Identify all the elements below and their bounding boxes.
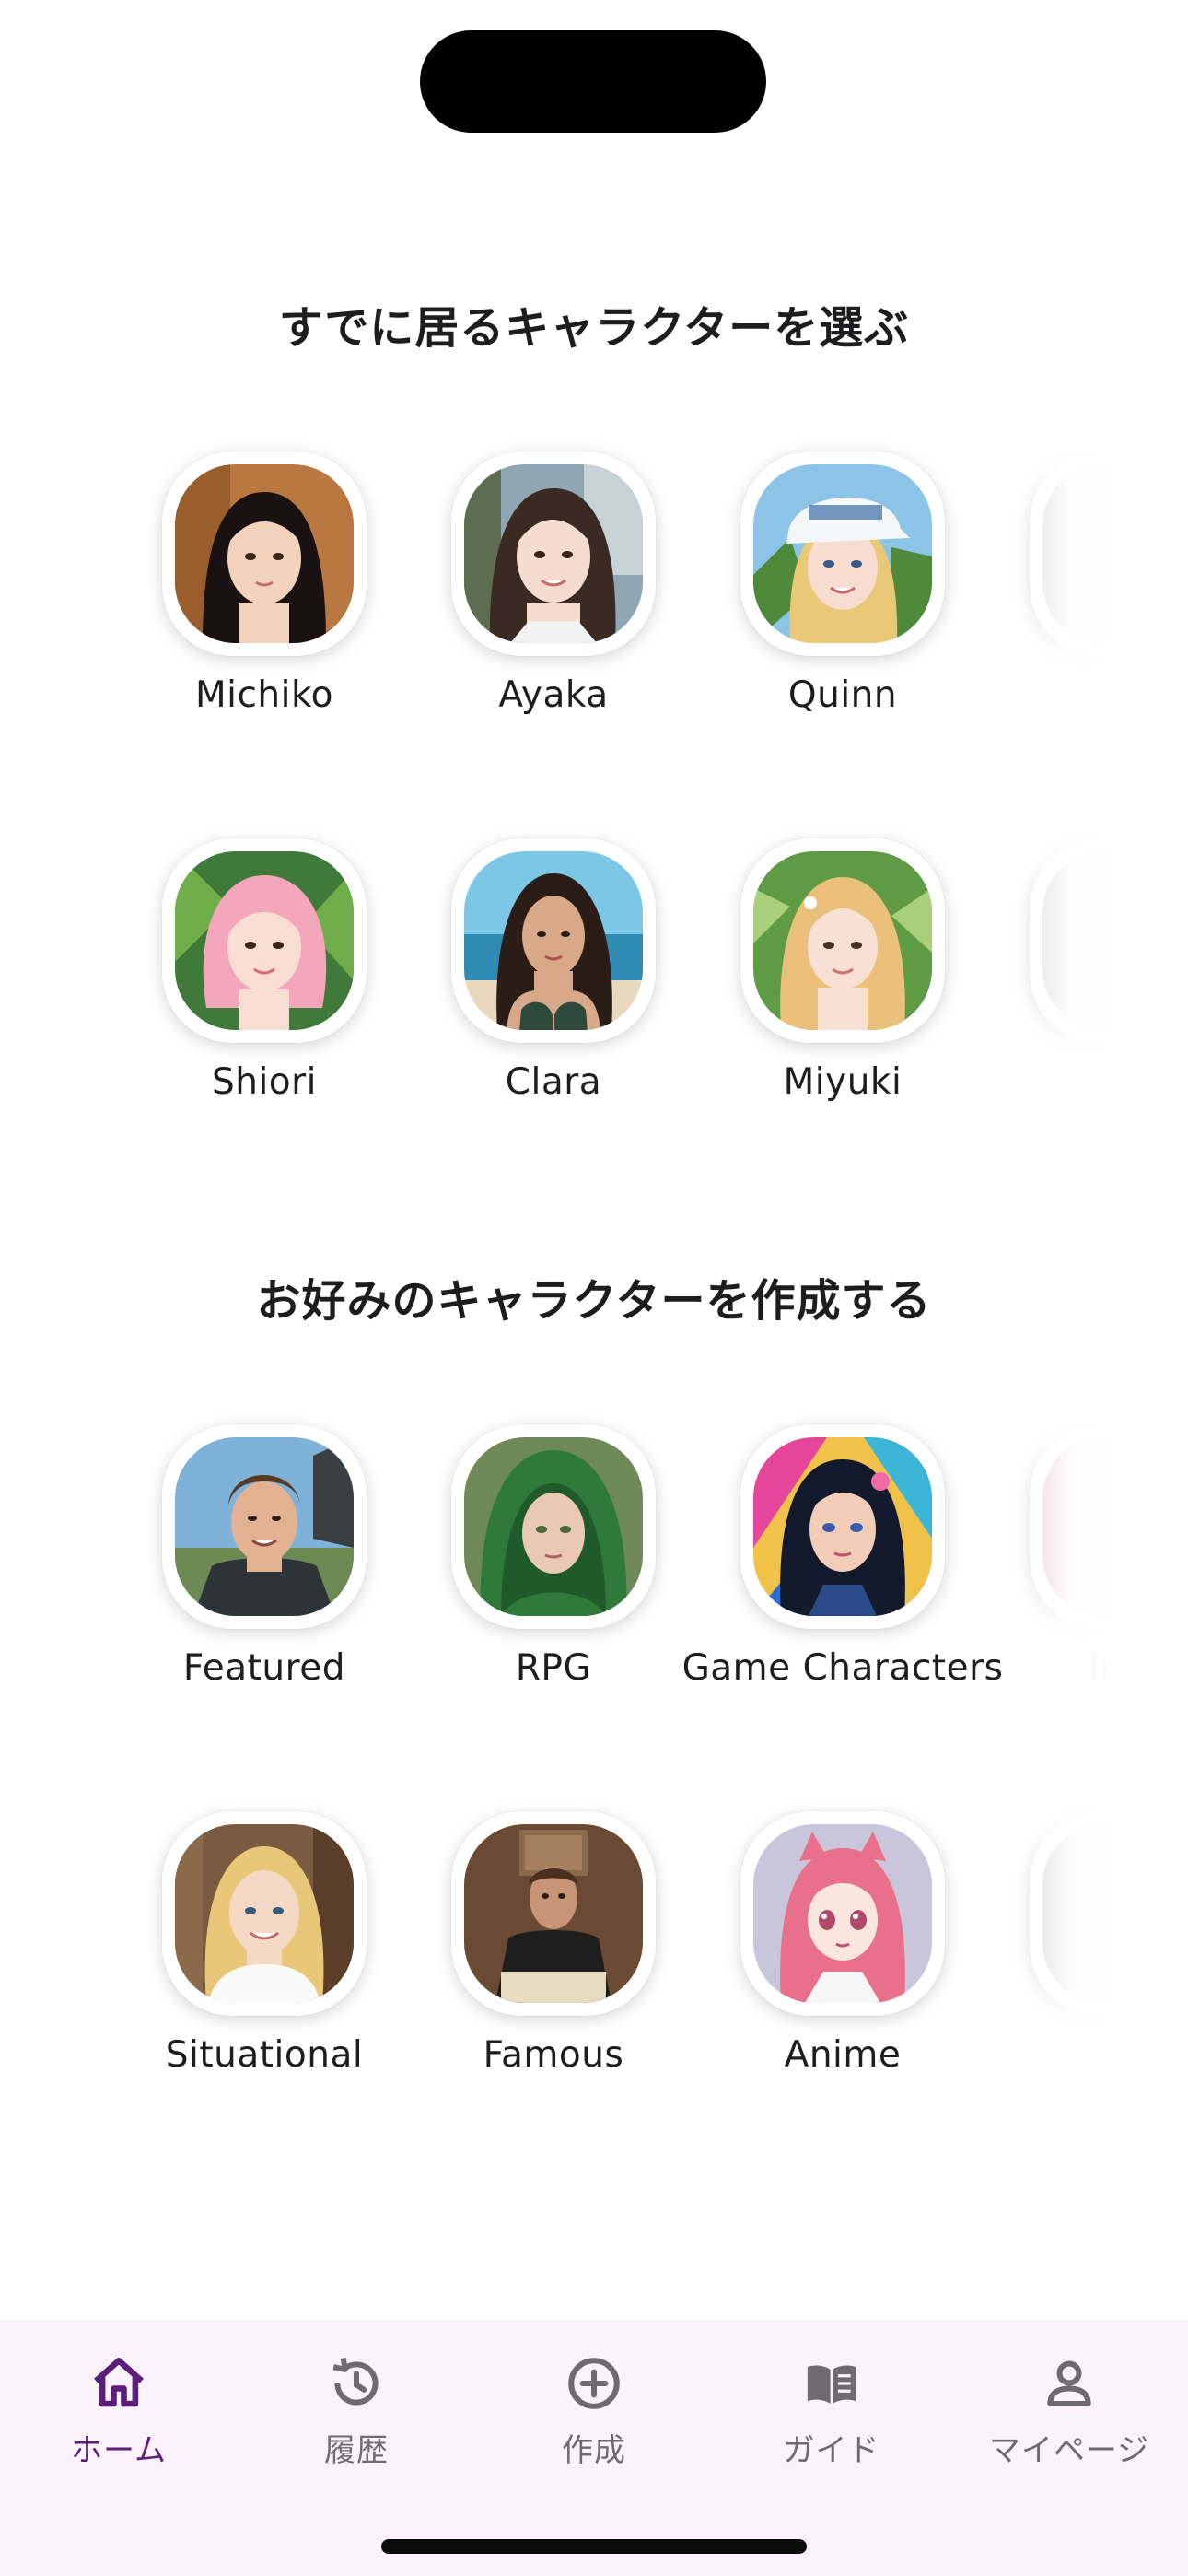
- character-name: Michiko: [194, 674, 334, 716]
- avatar-frame: [740, 1424, 945, 1629]
- character-card-partial[interactable]: [987, 451, 1188, 746]
- bottom-tab-bar: ホーム 履歴 作成 ガイド マイページ: [0, 2320, 1188, 2576]
- home-icon: [94, 2357, 144, 2407]
- avatar-frame: [162, 838, 367, 1043]
- avatar-frame: [1030, 451, 1188, 656]
- book-icon: [807, 2365, 856, 2404]
- character-name: Shiori: [211, 1061, 318, 1103]
- tab-mypage[interactable]: マイページ: [950, 2353, 1188, 2491]
- ayaka-avatar: [464, 464, 643, 643]
- category-card-inter[interactable]: Inter: [987, 1424, 1188, 1719]
- category-card-rpg[interactable]: RPG: [409, 1424, 698, 1719]
- famous-avatar: [464, 1824, 643, 2003]
- create-categories-row-2[interactable]: Situational Famous Anime: [0, 1811, 1188, 2106]
- michiko-avatar: [175, 464, 354, 643]
- app-screen: すでに居るキャラクターを選ぶ Michiko Ayaka Quinn Shior…: [0, 0, 1188, 2576]
- avatar-frame: [1030, 838, 1188, 1043]
- category-name: Featured: [182, 1647, 346, 1689]
- category-name: Anime: [784, 2034, 902, 2076]
- character-card-miyuki[interactable]: Miyuki: [698, 838, 987, 1133]
- person-icon: [1047, 2360, 1091, 2407]
- tab-create[interactable]: 作成: [475, 2353, 713, 2491]
- add-circle-icon: [568, 2358, 620, 2409]
- avatar-frame: [1030, 1811, 1188, 2016]
- miyuki-avatar: [753, 851, 932, 1030]
- avatar-frame: [162, 1424, 367, 1629]
- avatar-frame: [451, 838, 656, 1043]
- tab-guide-label: ガイド: [783, 2432, 880, 2469]
- clara-avatar: [464, 851, 643, 1030]
- partial-avatar: [1042, 851, 1188, 1030]
- create-categories-row-1[interactable]: Featured RPG Game Characters Inter: [0, 1424, 1188, 1719]
- quinn-avatar: [753, 464, 932, 643]
- category-card-anime[interactable]: Anime: [698, 1811, 987, 2106]
- avatar-frame: [162, 451, 367, 656]
- tab-home-label: ホーム: [71, 2432, 167, 2469]
- category-name: Famous: [483, 2034, 624, 2076]
- character-name: Quinn: [787, 674, 898, 716]
- avatar-frame: [451, 1424, 656, 1629]
- category-card-game-characters[interactable]: Game Characters: [682, 1424, 1003, 1719]
- game-characters-avatar: [753, 1437, 932, 1616]
- inter-avatar: [1042, 1437, 1188, 1616]
- tab-history-label: 履歴: [324, 2432, 389, 2469]
- avatar-frame: [451, 1811, 656, 2016]
- character-card-quinn[interactable]: Quinn: [698, 451, 987, 746]
- tab-mypage-label: マイページ: [988, 2432, 1150, 2469]
- avatar-frame: [740, 838, 945, 1043]
- tab-guide[interactable]: ガイド: [713, 2353, 950, 2491]
- category-card-featured[interactable]: Featured: [120, 1424, 409, 1719]
- character-card-ayaka[interactable]: Ayaka: [409, 451, 698, 746]
- existing-characters-title: すでに居るキャラクターを選ぶ: [278, 302, 910, 354]
- tab-history[interactable]: 履歴: [238, 2353, 475, 2491]
- dynamic-island: [420, 30, 766, 133]
- character-card-clara[interactable]: Clara: [409, 838, 698, 1133]
- category-name: RPG: [515, 1647, 592, 1689]
- partial-avatar: [1042, 1824, 1188, 2003]
- shiori-avatar: [175, 851, 354, 1030]
- category-name: Game Characters: [681, 1647, 1004, 1689]
- partial-avatar: [1042, 464, 1188, 643]
- character-name: Ayaka: [498, 674, 609, 716]
- avatar-frame: [740, 451, 945, 656]
- character-name: Miyuki: [783, 1061, 903, 1103]
- avatar-frame: [1030, 1424, 1188, 1629]
- home-indicator[interactable]: [381, 2539, 807, 2554]
- category-card-situational[interactable]: Situational: [120, 1811, 409, 2106]
- tab-home[interactable]: ホーム: [0, 2353, 238, 2491]
- character-card-partial[interactable]: [987, 838, 1188, 1133]
- anime-avatar: [753, 1824, 932, 2003]
- avatar-frame: [162, 1811, 367, 2016]
- existing-characters-row-1[interactable]: Michiko Ayaka Quinn: [0, 451, 1188, 746]
- tab-create-label: 作成: [562, 2432, 626, 2469]
- situational-avatar: [175, 1824, 354, 2003]
- avatar-frame: [740, 1811, 945, 2016]
- category-name: Situational: [165, 2034, 364, 2076]
- category-card-partial[interactable]: [987, 1811, 1188, 2106]
- character-card-shiori[interactable]: Shiori: [120, 838, 409, 1133]
- existing-characters-row-2[interactable]: Shiori Clara Miyuki: [0, 838, 1188, 1133]
- character-name: Clara: [505, 1061, 602, 1103]
- character-card-michiko[interactable]: Michiko: [120, 451, 409, 746]
- featured-avatar: [175, 1437, 354, 1616]
- category-name: Inter: [1088, 1647, 1176, 1689]
- category-card-famous[interactable]: Famous: [409, 1811, 698, 2106]
- create-character-title: お好みのキャラクターを作成する: [256, 1275, 932, 1327]
- rpg-avatar: [464, 1437, 643, 1616]
- history-icon: [332, 2358, 379, 2406]
- avatar-frame: [451, 451, 656, 656]
